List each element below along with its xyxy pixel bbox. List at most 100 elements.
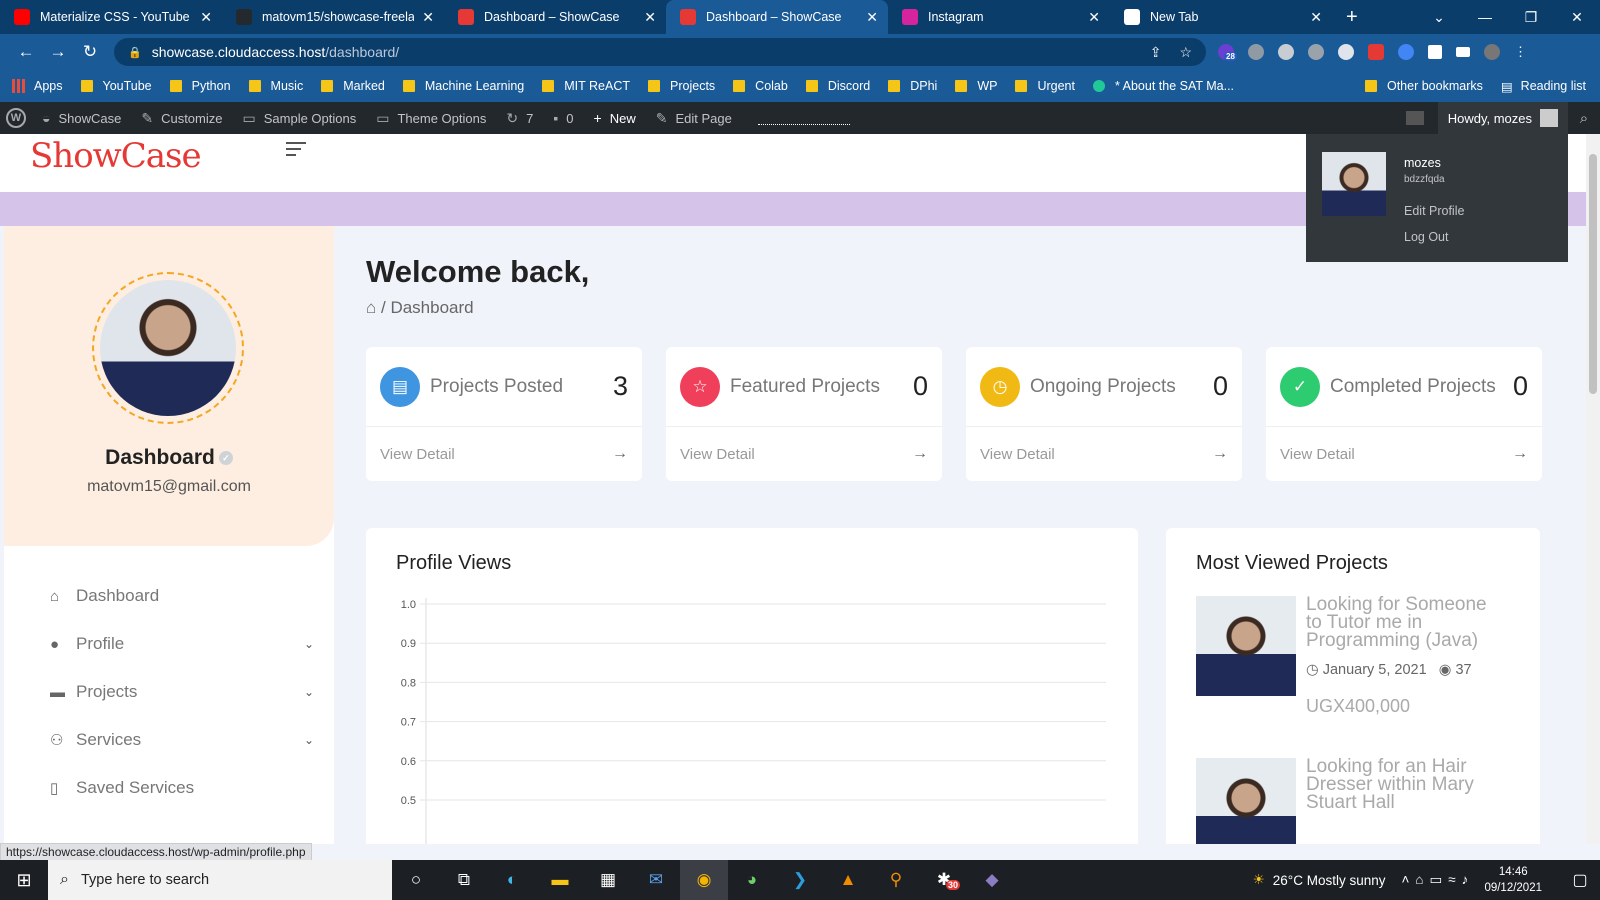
wp-sample-options[interactable]: ▭ Sample Options xyxy=(233,110,367,127)
view-detail-link[interactable]: View Detail → xyxy=(366,427,642,481)
howdy-menu[interactable]: Howdy, mozes xyxy=(1437,102,1568,134)
scrollbar-thumb[interactable] xyxy=(1589,154,1597,394)
new-tab-button[interactable]: + xyxy=(1346,6,1358,29)
home-icon[interactable]: ⌂ xyxy=(366,298,376,317)
site-logo[interactable]: ShowCase xyxy=(30,136,202,176)
search-icon[interactable]: ⌕ xyxy=(1568,110,1600,127)
view-detail-link[interactable]: View Detail → xyxy=(666,427,942,481)
forward-icon[interactable]: → xyxy=(42,42,74,62)
tab-close-icon[interactable]: ✕ xyxy=(1310,9,1322,26)
wp-admin-search[interactable] xyxy=(757,111,850,125)
puzzle-icon[interactable] xyxy=(1428,45,1442,59)
wp-new[interactable]: + New xyxy=(584,110,646,126)
lock-icon[interactable]: 🔒 xyxy=(128,46,142,59)
bookmark-item[interactable]: Colab xyxy=(733,79,788,93)
chrome-icon[interactable]: ◉ xyxy=(680,860,728,900)
dropdown-display-name[interactable]: mozes xyxy=(1404,156,1441,170)
sidebar-item-profile[interactable]: ● Profile ⌄ xyxy=(4,620,334,668)
bookmark-item[interactable]: Urgent xyxy=(1015,79,1075,93)
bookmark-item[interactable]: Discord xyxy=(805,79,870,93)
view-detail-link[interactable]: View Detail → xyxy=(966,427,1242,481)
project-title[interactable]: Looking for Someone to Tutor me in Progr… xyxy=(1306,595,1506,650)
chevron-down-icon[interactable]: ⌄ xyxy=(304,685,314,699)
tab-close-icon[interactable]: ✕ xyxy=(422,9,434,26)
profile-avatar-icon[interactable] xyxy=(1484,44,1500,60)
browser-tab[interactable]: matovm15/showcase-freelanc ✕ xyxy=(222,0,444,34)
chevron-down-icon[interactable]: ⌄ xyxy=(304,637,314,651)
globe-icon[interactable] xyxy=(1278,44,1294,60)
wp-site-name[interactable]: ◒ ShowCase xyxy=(32,110,131,126)
close-window-button[interactable]: ✕ xyxy=(1554,9,1600,26)
pen-icon[interactable] xyxy=(1308,44,1324,60)
bookmark-item[interactable]: Music xyxy=(248,79,303,93)
avatar[interactable] xyxy=(1322,152,1386,216)
page-scrollbar[interactable] xyxy=(1586,134,1600,844)
edit-profile-link[interactable]: Edit Profile xyxy=(1404,204,1464,218)
avatar[interactable] xyxy=(100,280,236,416)
tab-close-icon[interactable]: ✕ xyxy=(200,9,212,26)
weather-icon[interactable]: ☀ xyxy=(1253,872,1265,888)
extension-icon[interactable] xyxy=(1398,44,1414,60)
bookmark-item[interactable]: * About the SAT Ma... xyxy=(1092,79,1234,93)
windows-start-icon[interactable]: ⊞ xyxy=(0,870,48,891)
project-thumbnail[interactable] xyxy=(1196,758,1296,844)
browser-tab[interactable]: New Tab ✕ xyxy=(1110,0,1332,34)
notification-icon[interactable] xyxy=(1405,111,1424,125)
reading-list[interactable]: ▤ Reading list xyxy=(1501,79,1586,94)
app-icon[interactable]: ◆ xyxy=(968,860,1016,900)
minimize-button[interactable]: — xyxy=(1462,9,1508,25)
search-app-icon[interactable]: ⚲ xyxy=(872,860,920,900)
tab-close-icon[interactable]: ✕ xyxy=(866,9,878,26)
bookmark-item[interactable]: Projects xyxy=(648,79,715,93)
sidebar-item-dashboard[interactable]: ⌂ Dashboard xyxy=(4,572,334,620)
reading-list-icon[interactable] xyxy=(1456,47,1470,57)
chevron-down-icon[interactable]: ⌄ xyxy=(304,733,314,747)
extension-icon[interactable] xyxy=(1338,44,1354,60)
notifications-icon[interactable]: ▢ xyxy=(1560,870,1600,890)
app-icon[interactable]: ◕ xyxy=(728,860,776,900)
vscode-icon[interactable]: ❯ xyxy=(776,860,824,900)
wp-updates[interactable]: ↻ 7 xyxy=(496,110,543,127)
tab-search-icon[interactable]: ⌄ xyxy=(1416,9,1462,26)
extension-icon[interactable] xyxy=(1368,44,1384,60)
bookmark-item[interactable]: Machine Learning xyxy=(402,79,524,93)
wp-edit-page[interactable]: ✎ Edit Page xyxy=(646,110,742,127)
view-detail-link[interactable]: View Detail → xyxy=(1266,427,1542,481)
restore-button[interactable]: ❐ xyxy=(1508,9,1554,26)
store-icon[interactable]: ▦ xyxy=(584,860,632,900)
slack-icon[interactable]: ✱ 30 xyxy=(920,860,968,900)
browser-tab[interactable]: Instagram ✕ xyxy=(888,0,1110,34)
bookmark-item[interactable]: Python xyxy=(169,79,231,93)
wp-theme-options[interactable]: ▭ Theme Options xyxy=(366,110,496,127)
taskbar-search[interactable]: ⌕ Type here to search xyxy=(48,860,392,900)
wordpress-logo-icon[interactable]: W xyxy=(6,108,26,128)
tab-close-icon[interactable]: ✕ xyxy=(1088,9,1100,26)
bookmark-item[interactable]: DPhi xyxy=(888,79,937,93)
mail-icon[interactable]: ✉ xyxy=(632,860,680,900)
vlc-icon[interactable]: ▲ xyxy=(824,860,872,900)
sidebar-item-projects[interactable]: ▬ Projects ⌄ xyxy=(4,668,334,716)
weather-text[interactable]: 26°C Mostly sunny xyxy=(1273,873,1386,888)
bookmark-item[interactable]: Marked xyxy=(321,79,385,93)
sidebar-item-saved-services[interactable]: ▯ Saved Services xyxy=(4,764,334,812)
browser-tab[interactable]: Dashboard – ShowCase ✕ xyxy=(444,0,666,34)
sidebar-item-services[interactable]: ⚇ Services ⌄ xyxy=(4,716,334,764)
back-icon[interactable]: ← xyxy=(10,42,42,62)
cortana-icon[interactable]: ○ xyxy=(392,860,440,900)
edge-icon[interactable]: ◐ xyxy=(488,860,536,900)
shield-icon[interactable] xyxy=(1248,44,1264,60)
log-out-link[interactable]: Log Out xyxy=(1404,230,1448,244)
bookmark-other[interactable]: Other bookmarks xyxy=(1364,79,1483,94)
tray-icons[interactable]: ˄⌂▭≈♪ xyxy=(1401,872,1474,888)
tab-close-icon[interactable]: ✕ xyxy=(644,9,656,26)
menu-icon[interactable]: ⋮ xyxy=(1514,44,1527,60)
wp-customize[interactable]: ✎ Customize xyxy=(131,110,232,127)
file-explorer-icon[interactable]: ▬ xyxy=(536,860,584,900)
task-view-icon[interactable]: ⧉ xyxy=(440,860,488,900)
bookmark-item[interactable]: YouTube xyxy=(80,79,152,93)
address-bar[interactable]: 🔒 showcase.cloudaccess.host/dashboard/ ⇪… xyxy=(114,38,1206,66)
menu-toggle-icon[interactable] xyxy=(286,142,306,160)
reload-icon[interactable]: ↻ xyxy=(74,42,106,62)
clock[interactable]: 14:46 09/12/2021 xyxy=(1484,864,1542,896)
extension-icon[interactable]: 28 xyxy=(1218,44,1237,61)
